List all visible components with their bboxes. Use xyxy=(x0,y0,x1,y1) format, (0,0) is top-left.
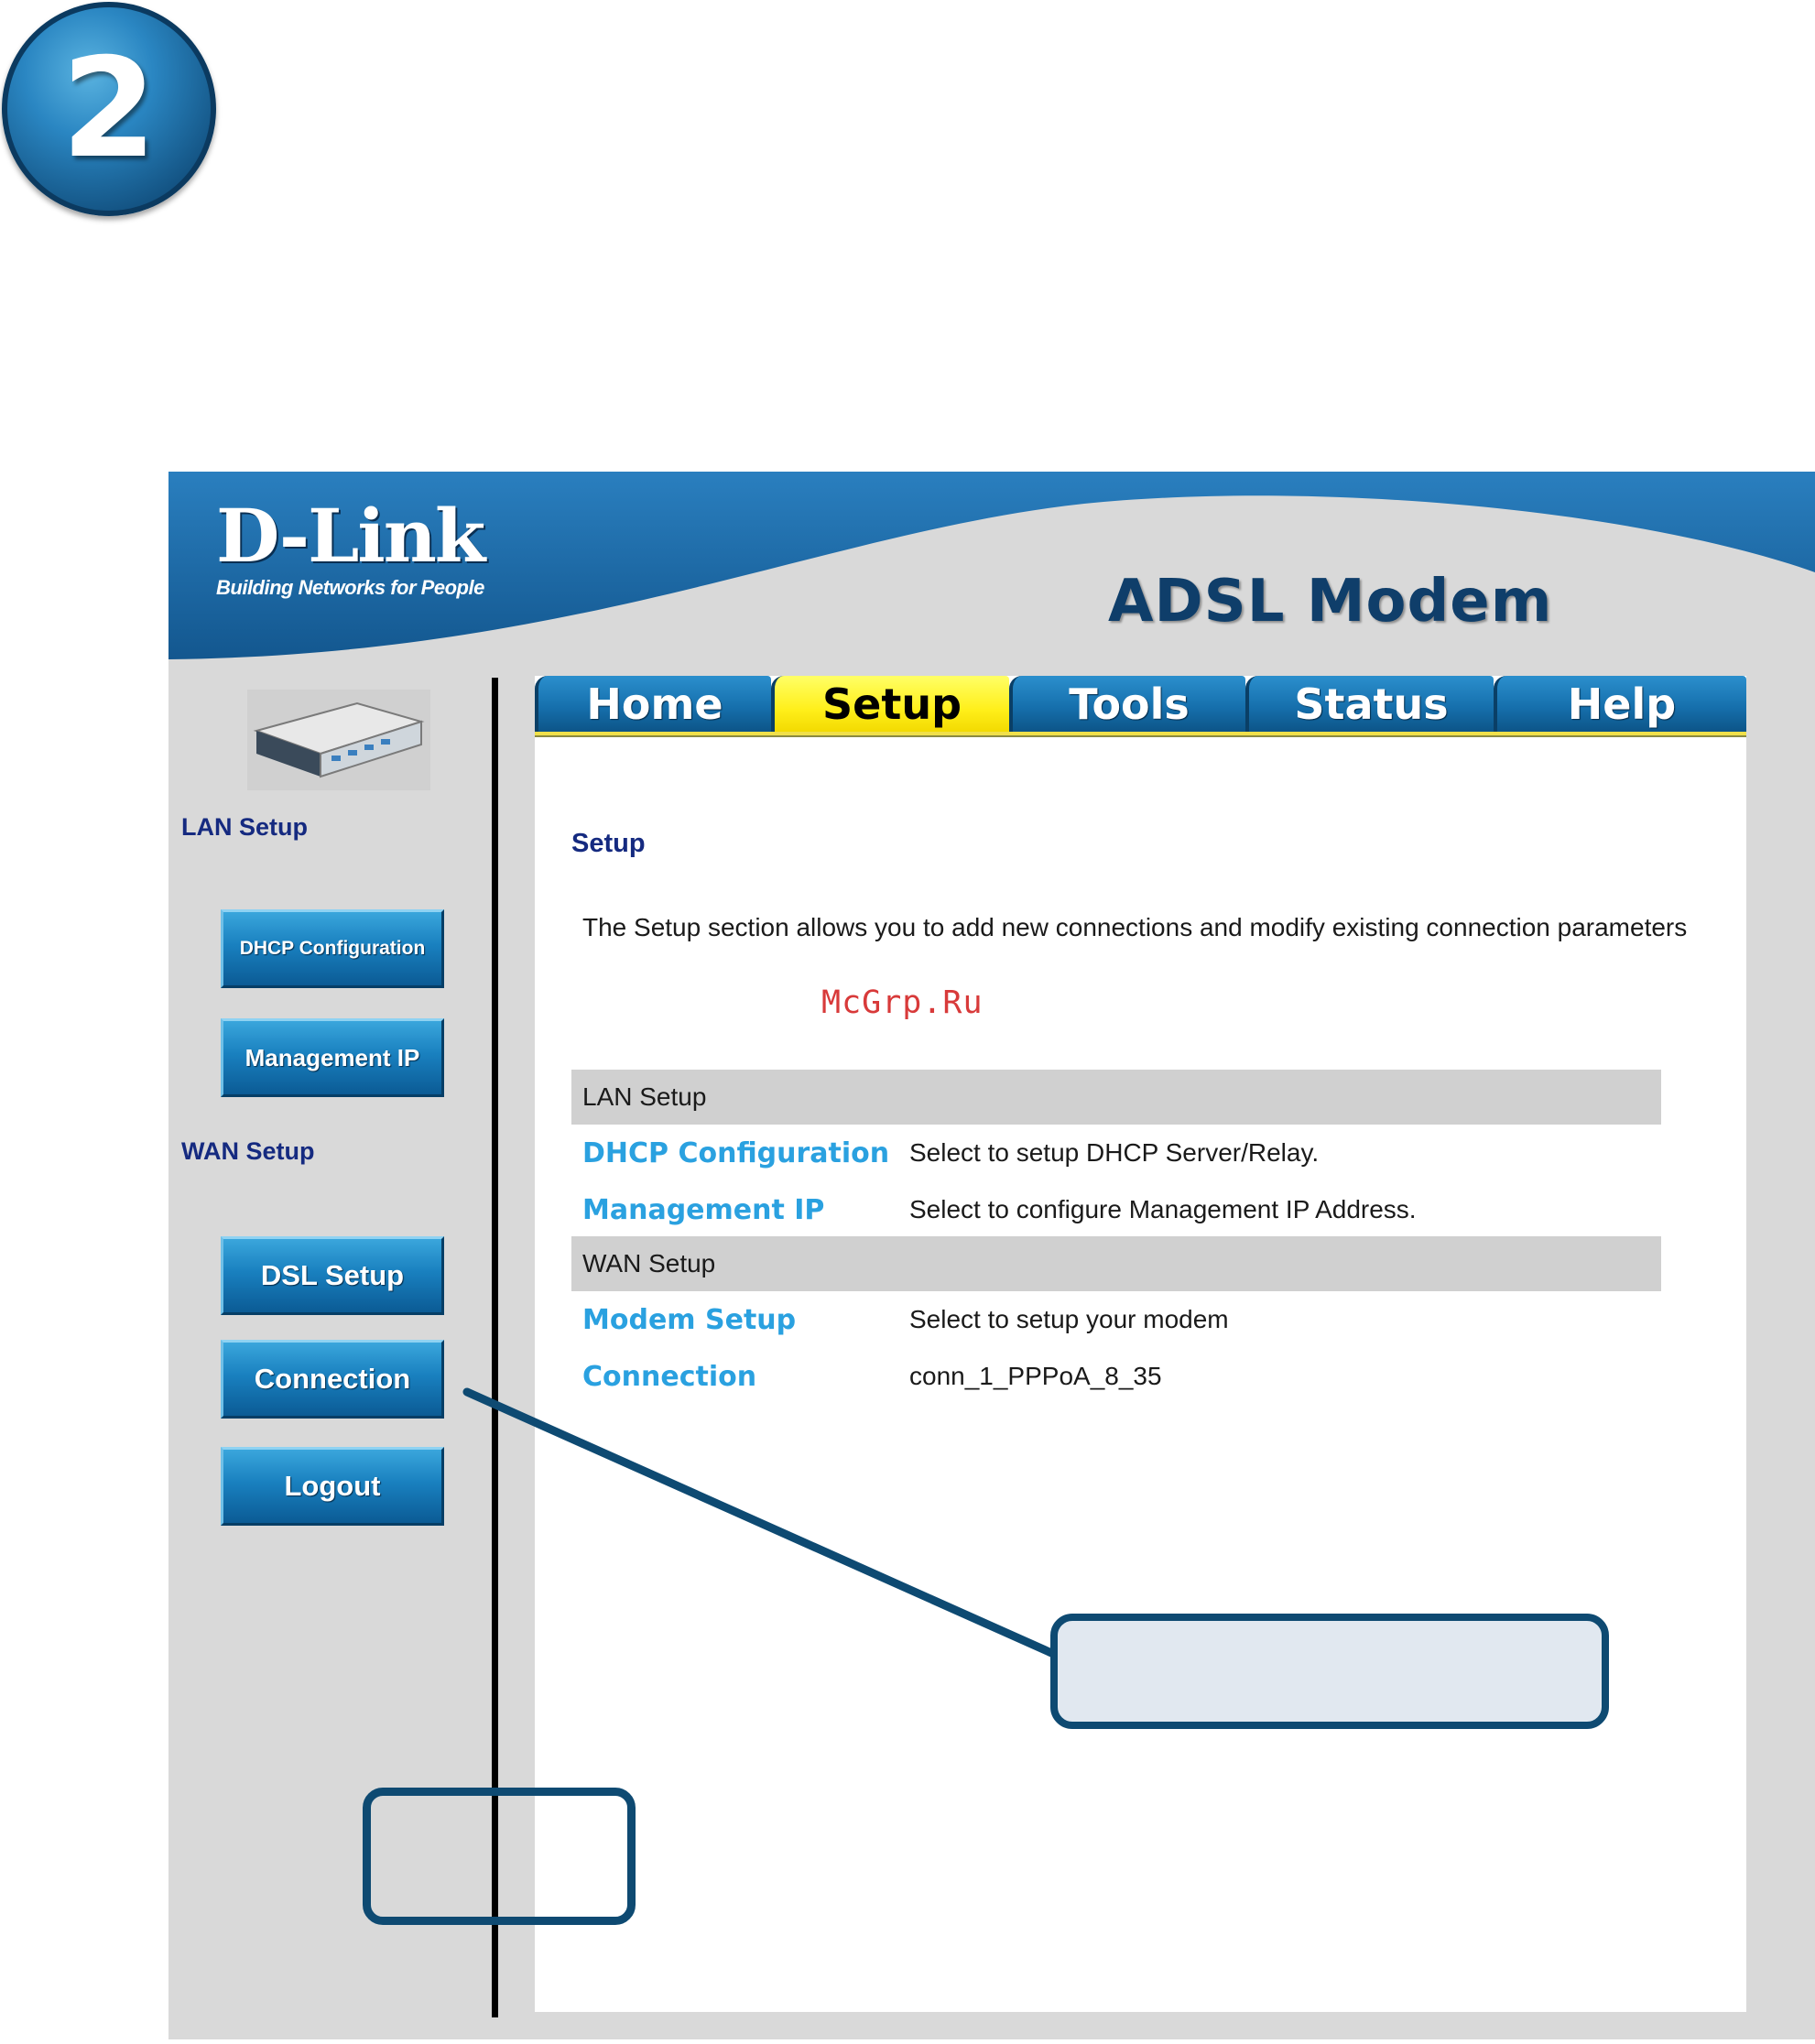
modem-setup-link[interactable]: Modem Setup xyxy=(582,1304,909,1336)
lan-setup-heading: LAN Setup xyxy=(181,813,308,841)
connection-highlight-box xyxy=(363,1788,636,1925)
dsl-setup-button[interactable]: DSL Setup xyxy=(221,1236,444,1315)
tab-setup[interactable]: Setup xyxy=(771,676,1009,733)
table-row: DHCP Configuration Select to setup DHCP … xyxy=(582,1127,1663,1179)
page-title: Setup xyxy=(571,829,646,858)
logo-wordmark: D-Link xyxy=(216,493,485,579)
dhcp-configuration-desc: Select to setup DHCP Server/Relay. xyxy=(909,1138,1320,1167)
intro-text: The Setup section allows you to add new … xyxy=(582,913,1688,941)
product-title: ADSL Modem xyxy=(1108,568,1553,636)
callout-note-box xyxy=(1050,1614,1609,1729)
lan-section-header: LAN Setup xyxy=(571,1070,1661,1125)
dlink-logo: D-Link Building Networks for People xyxy=(216,493,485,600)
management-ip-button[interactable]: Management IP xyxy=(221,1018,444,1097)
modem-device-icon xyxy=(247,690,430,790)
table-row: Management IP Select to configure Manage… xyxy=(582,1184,1663,1235)
table-row: Modem Setup Select to setup your modem xyxy=(582,1294,1663,1345)
connection-link[interactable]: Connection xyxy=(582,1361,909,1393)
management-ip-desc: Select to configure Management IP Addres… xyxy=(909,1195,1417,1223)
content-panel: Setup The Setup section allows you to ad… xyxy=(535,737,1746,2012)
watermark-text: McGrp.Ru xyxy=(821,984,984,1021)
dhcp-configuration-link[interactable]: DHCP Configuration xyxy=(582,1137,909,1169)
dhcp-configuration-button[interactable]: DHCP Configuration xyxy=(221,909,444,988)
tab-home[interactable]: Home xyxy=(535,676,771,733)
header-banner: D-Link Building Networks for People ADSL… xyxy=(168,472,1815,664)
management-ip-link[interactable]: Management IP xyxy=(582,1194,909,1226)
tab-status[interactable]: Status xyxy=(1245,676,1494,733)
router-web-ui: D-Link Building Networks for People ADSL… xyxy=(168,472,1815,2039)
tab-help[interactable]: Help xyxy=(1494,676,1746,733)
tab-tools[interactable]: Tools xyxy=(1009,676,1245,733)
logo-tagline: Building Networks for People xyxy=(216,576,484,599)
connection-name: conn_1_PPPoA_8_35 xyxy=(909,1362,1162,1390)
wan-setup-heading: WAN Setup xyxy=(181,1137,315,1165)
table-row: Connection conn_1_PPPoA_8_35 xyxy=(582,1351,1663,1402)
step-number: 2 xyxy=(60,29,158,189)
main-tabs: Home Setup Tools Status Help xyxy=(535,676,1746,738)
logout-button[interactable]: Logout xyxy=(221,1447,444,1526)
step-number-badge: 2 xyxy=(2,2,216,216)
wan-section-header: WAN Setup xyxy=(571,1236,1661,1291)
modem-setup-desc: Select to setup your modem xyxy=(909,1305,1229,1333)
connection-button[interactable]: Connection xyxy=(221,1340,444,1419)
